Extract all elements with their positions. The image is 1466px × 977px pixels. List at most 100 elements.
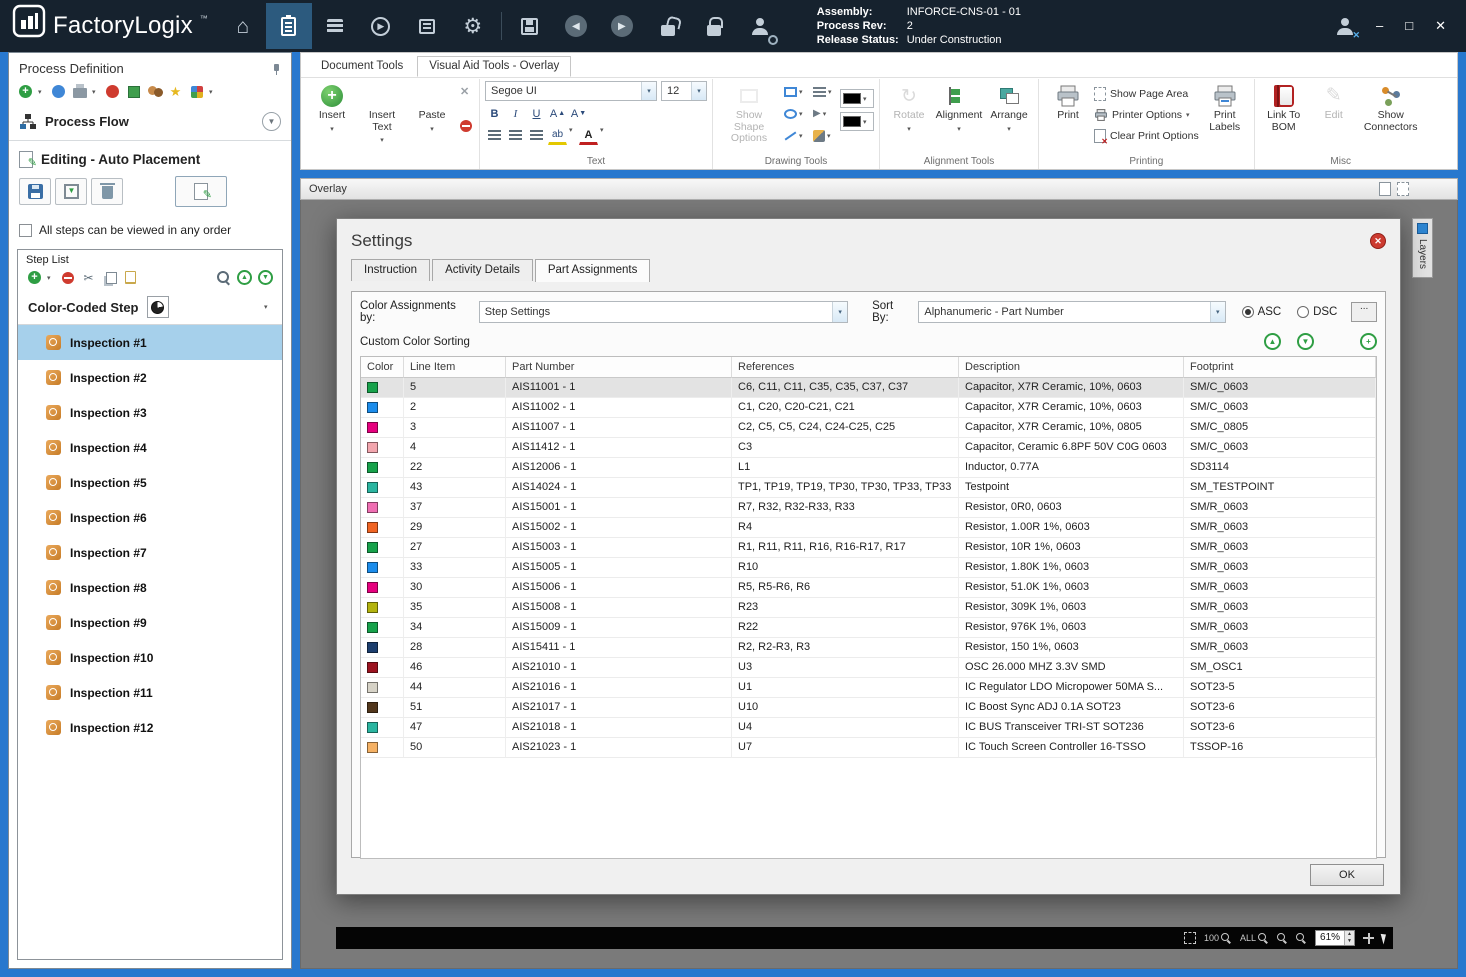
order-checkbox[interactable] [19, 223, 32, 237]
line-color-picker[interactable]: ▾ [840, 89, 874, 108]
pointer-button[interactable] [1380, 932, 1389, 944]
save-button[interactable] [507, 3, 553, 49]
table-row[interactable]: 27 AIS15003 - 1 R1, R11, R11, R16, R16-R… [361, 538, 1376, 558]
arrange-button[interactable]: Arrange ▾ [985, 81, 1033, 138]
edit-button[interactable]: ✎ Edit [1310, 81, 1358, 125]
dialog-close-icon[interactable]: ✕ [1370, 233, 1386, 249]
table-row[interactable]: 5 AIS11001 - 1 C6, C11, C11, C35, C35, C… [361, 378, 1376, 398]
dialog-tab[interactable]: Instruction [351, 259, 431, 281]
dialog-tab[interactable]: Part Assignments [534, 259, 651, 282]
step-list-item[interactable]: Inspection #12 [18, 710, 282, 745]
ok-button[interactable]: OK [1310, 864, 1384, 886]
ribbon-tab[interactable]: Document Tools [309, 56, 415, 77]
table-row[interactable]: 44 AIS21016 - 1 U1 IC Regulator LDO Micr… [361, 678, 1376, 698]
zoom-level-spinner[interactable]: 61% ▲ ▼ [1315, 930, 1355, 946]
design-canvas[interactable]: Layers 100 ALL 61% ▲ ▼ Settings ✕ Instru… [300, 200, 1458, 969]
process-flow-row[interactable]: Process Flow ▼ [9, 105, 291, 138]
table-row[interactable]: 2 AIS11002 - 1 C1, C20, C20-C21, C21 Cap… [361, 398, 1376, 418]
font-size-dropdown-icon[interactable]: ▾ [691, 82, 706, 100]
minimize-button[interactable]: – [1376, 18, 1383, 34]
remove-button[interactable] [104, 83, 121, 100]
link-to-bom-button[interactable]: Link To BOM [1260, 81, 1308, 136]
highlight-dropdown-icon[interactable]: ▾ [569, 126, 577, 145]
bold-button[interactable]: B [485, 104, 504, 123]
table-row[interactable]: 46 AIS21010 - 1 U3 OSC 26.000 MHZ 3.3V S… [361, 658, 1376, 678]
asc-radio[interactable] [1241, 306, 1254, 318]
rectangle-tool-button[interactable]: ▾ [782, 82, 809, 101]
ellipse-tool-button[interactable]: ▾ [782, 104, 809, 123]
add-dropdown-icon[interactable]: ▾ [38, 88, 46, 96]
shrink-font-button[interactable]: A ▼ [569, 104, 588, 123]
table-row[interactable]: 37 AIS15001 - 1 R7, R32, R32-R33, R33 Re… [361, 498, 1376, 518]
sort-by-combo[interactable]: Alphanumeric - Part Number ▾ [918, 301, 1226, 323]
users-button[interactable] [146, 83, 163, 100]
step-list-item[interactable]: Inspection #5 [18, 465, 282, 500]
show-shape-options-button[interactable]: Show Shape Options [718, 81, 780, 148]
fit-page-icon[interactable] [1379, 182, 1391, 196]
remove-step-button[interactable] [59, 269, 76, 286]
print-button[interactable] [71, 83, 88, 100]
table-row[interactable]: 35 AIS15008 - 1 R23 Resistor, 309K 1%, 0… [361, 598, 1376, 618]
clear-print-options-button[interactable]: Clear Print Options [1094, 127, 1199, 146]
link-button[interactable] [50, 83, 67, 100]
font-color-dropdown-icon[interactable]: ▾ [600, 126, 608, 145]
font-color-button[interactable]: A [579, 126, 598, 145]
step-list-item[interactable]: Inspection #4 [18, 430, 282, 465]
find-step-button[interactable] [215, 269, 232, 286]
step-list-item[interactable]: Inspection #1 [18, 325, 282, 360]
maximize-button[interactable]: □ [1405, 18, 1413, 34]
table-row[interactable]: 34 AIS15009 - 1 R22 Resistor, 976K 1%, 0… [361, 618, 1376, 638]
settings-button[interactable]: ⚙ [450, 3, 496, 49]
print-dropdown-icon[interactable]: ▾ [92, 88, 100, 96]
delete-button[interactable] [91, 178, 123, 205]
table-row[interactable]: 29 AIS15002 - 1 R4 Resistor, 1.00R 1%, 0… [361, 518, 1376, 538]
table-row[interactable]: 3 AIS11007 - 1 C2, C5, C5, C24, C24-C25,… [361, 418, 1376, 438]
close-button[interactable]: ✕ [1435, 18, 1446, 34]
logout-user-button[interactable]: ✕ [1322, 3, 1368, 49]
add-button[interactable]: + [17, 83, 34, 100]
color-coded-step-row[interactable]: Color-Coded Step ▾ [18, 290, 282, 325]
dsc-radio[interactable] [1297, 306, 1310, 318]
move-step-down-button[interactable]: ▼ [257, 269, 274, 286]
user-search-button[interactable] [737, 3, 783, 49]
remove-button[interactable] [460, 120, 472, 132]
forward-button[interactable]: ▶ [599, 3, 645, 49]
zoom-100-button[interactable]: 100 [1204, 932, 1232, 944]
back-button[interactable]: ◀ [553, 3, 599, 49]
step-list-item[interactable]: Inspection #9 [18, 605, 282, 640]
copy-button[interactable] [101, 269, 118, 286]
move-color-up-button[interactable]: ▲ [1264, 333, 1281, 350]
palette-button[interactable] [188, 83, 205, 100]
color-assignments-combo[interactable]: Step Settings ▾ [478, 301, 849, 323]
unlock-button[interactable] [645, 3, 691, 49]
table-row[interactable]: 28 AIS15411 - 1 R2, R2-R3, R3 Resistor, … [361, 638, 1376, 658]
palette-dropdown-icon[interactable]: ▾ [209, 88, 217, 96]
delete-button[interactable]: ✕ [460, 85, 472, 98]
collapse-button[interactable]: ▼ [262, 112, 281, 131]
step-timer-button[interactable] [146, 296, 169, 318]
paste-button[interactable] [122, 269, 139, 286]
step-list-item[interactable]: Inspection #3 [18, 395, 282, 430]
step-list-item[interactable]: Inspection #6 [18, 500, 282, 535]
documents-button[interactable] [404, 3, 450, 49]
fill-color-picker[interactable]: ▾ [840, 112, 874, 131]
process-definition-button[interactable] [265, 3, 312, 49]
step-type-dropdown-icon[interactable]: ▾ [264, 303, 272, 311]
table-row[interactable]: 51 AIS21017 - 1 U10 IC Boost Sync ADJ 0.… [361, 698, 1376, 718]
show-page-area-button[interactable]: Show Page Area [1094, 85, 1199, 103]
arrow-style-button[interactable]: ▶ ▾ [811, 104, 838, 123]
pin-icon[interactable] [269, 63, 281, 75]
zoom-down-icon[interactable]: ▼ [1345, 938, 1354, 945]
font-size-combo[interactable]: 12 ▾ [661, 81, 707, 101]
printer-options-button[interactable]: Printer Options ▾ [1094, 106, 1199, 124]
more-options-button[interactable]: ... [1351, 302, 1377, 322]
favorites-button[interactable]: ★ [167, 83, 184, 100]
zoom-up-icon[interactable]: ▲ [1345, 931, 1354, 938]
table-row[interactable]: 30 AIS15006 - 1 R5, R5-R6, R6 Resistor, … [361, 578, 1376, 598]
table-row[interactable]: 4 AIS11412 - 1 C3 Capacitor, Ceramic 6.8… [361, 438, 1376, 458]
step-list-item[interactable]: Inspection #7 [18, 535, 282, 570]
align-left-button[interactable] [485, 126, 504, 145]
table-row[interactable]: 50 AIS21023 - 1 U7 IC Touch Screen Contr… [361, 738, 1376, 758]
dialog-tab[interactable]: Activity Details [432, 259, 533, 281]
sort-by-dropdown-icon[interactable]: ▾ [1209, 302, 1225, 322]
